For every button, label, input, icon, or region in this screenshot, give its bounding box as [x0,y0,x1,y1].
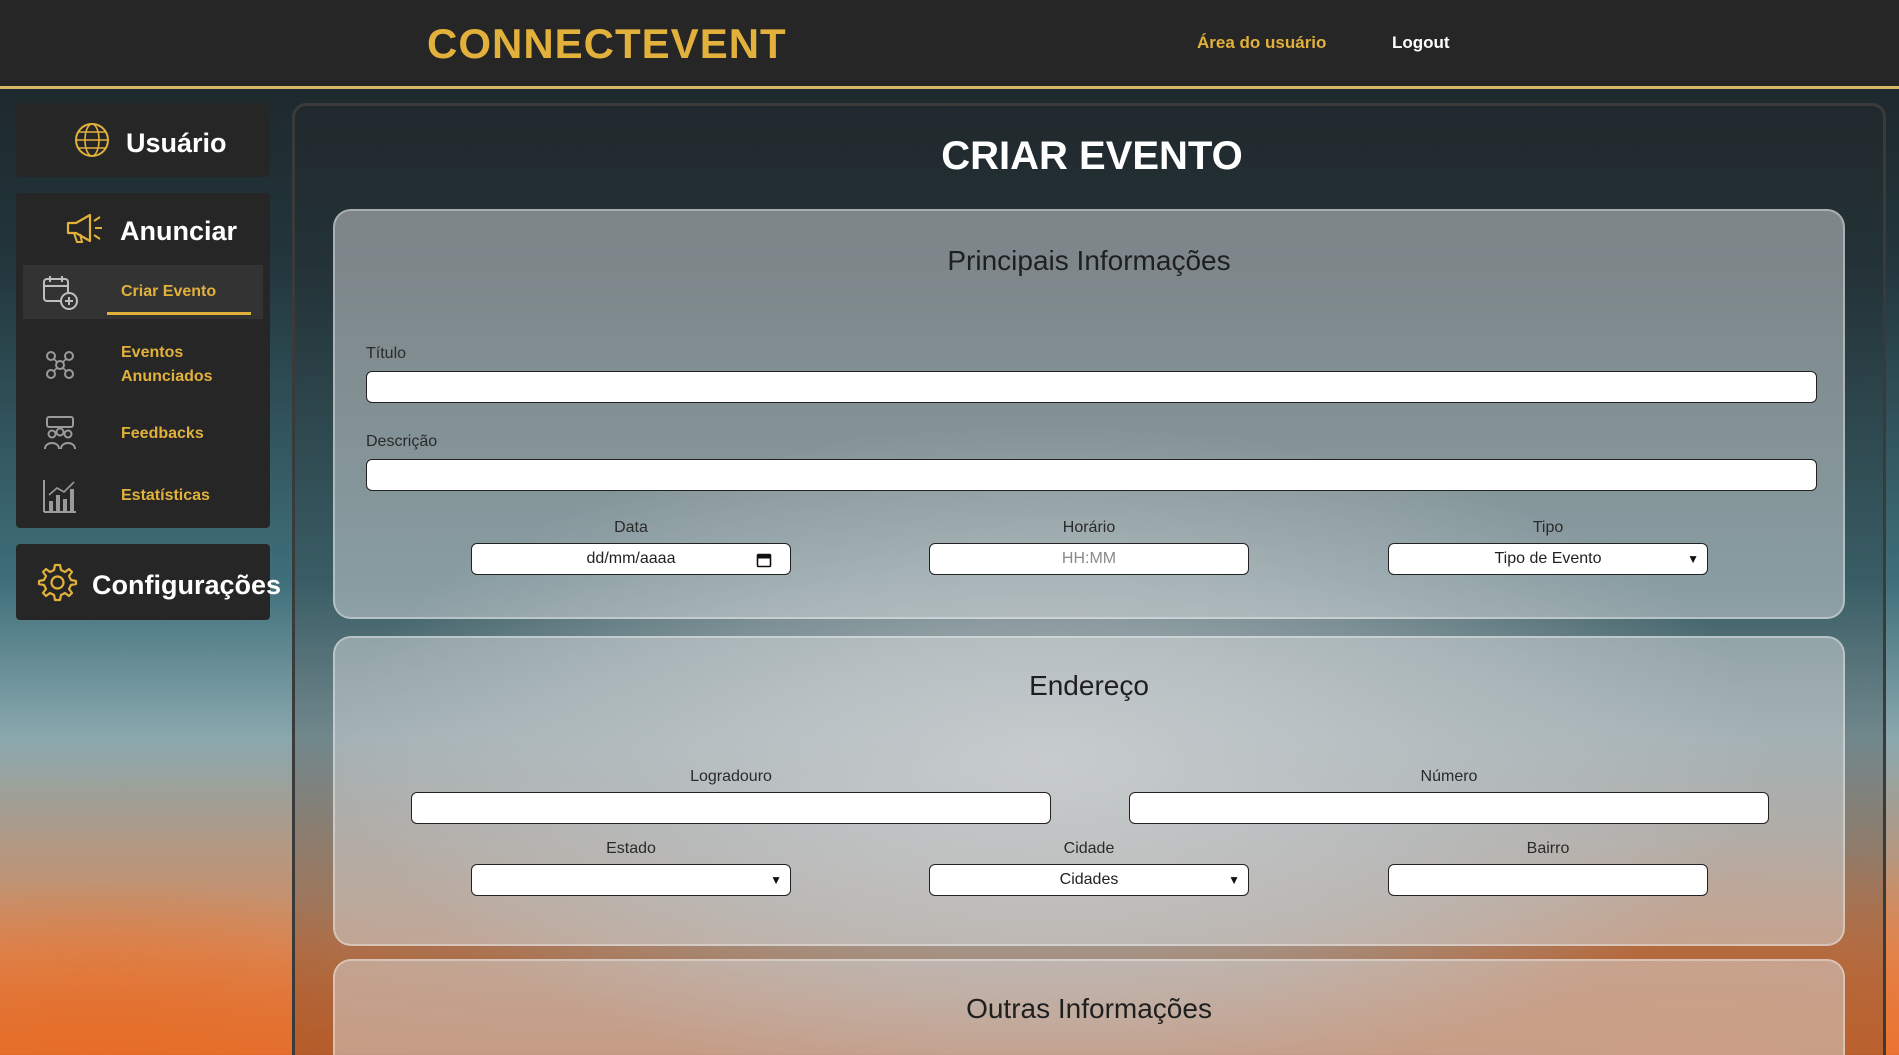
data-date-input[interactable]: dd/mm/aaaa [471,543,791,575]
titulo-input[interactable] [366,371,1817,403]
sidebar-anunciar-header[interactable]: Anunciar [64,211,237,252]
nav-logout-link[interactable]: Logout [1392,33,1450,53]
sidebar-section-usuario[interactable]: Usuário [16,103,270,177]
sidebar-item-label: Feedbacks [121,425,204,442]
sidebar-usuario-label: Usuário [126,128,227,158]
active-underline [107,312,251,315]
card-principais-informacoes: Principais Informações Título Descrição … [333,209,1845,619]
card-title: Principais Informações [947,245,1231,276]
logradouro-label: Logradouro [690,768,772,785]
sidebar-configuracoes-label: Configurações [92,570,282,600]
numero-input[interactable] [1129,792,1769,824]
sidebar-item-estatisticas[interactable]: Estatísticas [23,473,263,519]
descricao-textarea[interactable] [366,459,1817,491]
chevron-down-icon: ▼ [770,873,782,887]
card-outras-informacoes: Outras Informações [333,959,1845,1055]
sidebar-section-configuracoes[interactable]: Configurações [16,544,281,620]
logradouro-input[interactable] [411,792,1051,824]
numero-label: Número [1420,768,1478,785]
bairro-label: Bairro [1526,840,1570,857]
card-title: Outras Informações [966,993,1212,1024]
globe-icon [72,120,126,167]
main-panel: CRIAR EVENTO Principais Informações Títu… [292,103,1886,1055]
estado-label: Estado [606,840,656,857]
horario-placeholder: HH:MM [1061,550,1117,567]
sidebar-section-anunciar: Anunciar Criar Evento Eventos Anunciados… [16,193,270,528]
sidebar-anunciar-label: Anunciar [120,216,238,246]
bar-chart-icon [37,473,83,519]
cidade-selected: Cidades [1059,871,1119,888]
data-placeholder: dd/mm/aaaa [586,550,676,567]
megaphone-icon [64,211,120,252]
horario-input[interactable]: HH:MM [929,543,1249,575]
sidebar-item-eventos-anunciados[interactable]: Eventos Anunciados [23,333,263,397]
sidebar-item-label: Estatísticas [121,487,210,504]
cidade-label: Cidade [1063,840,1115,857]
sidebar-item-label: Eventos Anunciados [121,344,213,385]
titulo-label: Título [366,345,407,362]
group-feedback-icon [37,411,83,457]
tipo-selected: Tipo de Evento [1494,550,1602,567]
tipo-select[interactable]: Tipo de Evento ▼ [1388,543,1708,575]
horario-label: Horário [1062,519,1116,536]
estado-select[interactable]: ▼ [471,864,791,896]
data-label: Data [614,519,648,536]
sidebar-item-criar-evento[interactable]: Criar Evento [23,265,263,319]
people-network-icon [37,342,83,388]
calendar-icon[interactable] [756,552,772,573]
app-logo[interactable]: CONNECTEVENT [427,20,787,68]
sidebar-usuario-header[interactable]: Usuário [72,120,227,167]
nav-user-area-link[interactable]: Área do usuário [1197,33,1326,53]
top-navbar: CONNECTEVENT Área do usuário Logout [0,0,1899,89]
chevron-down-icon: ▼ [1228,873,1240,887]
calendar-add-icon [37,269,83,315]
page-title: CRIAR EVENTO [941,134,1243,178]
sidebar-configuracoes-header[interactable]: Configurações [36,561,281,610]
card-endereco: Endereço Logradouro Número Estado ▼ Cida… [333,636,1845,946]
bairro-input[interactable] [1388,864,1708,896]
tipo-label: Tipo [1532,519,1564,536]
sidebar-item-feedbacks[interactable]: Feedbacks [23,411,263,457]
gear-icon [36,561,92,610]
descricao-label: Descrição [366,433,438,450]
cidade-select[interactable]: Cidades ▼ [929,864,1249,896]
card-title: Endereço [1029,670,1149,701]
sidebar-item-label: Criar Evento [121,283,217,300]
chevron-down-icon: ▼ [1687,552,1699,566]
